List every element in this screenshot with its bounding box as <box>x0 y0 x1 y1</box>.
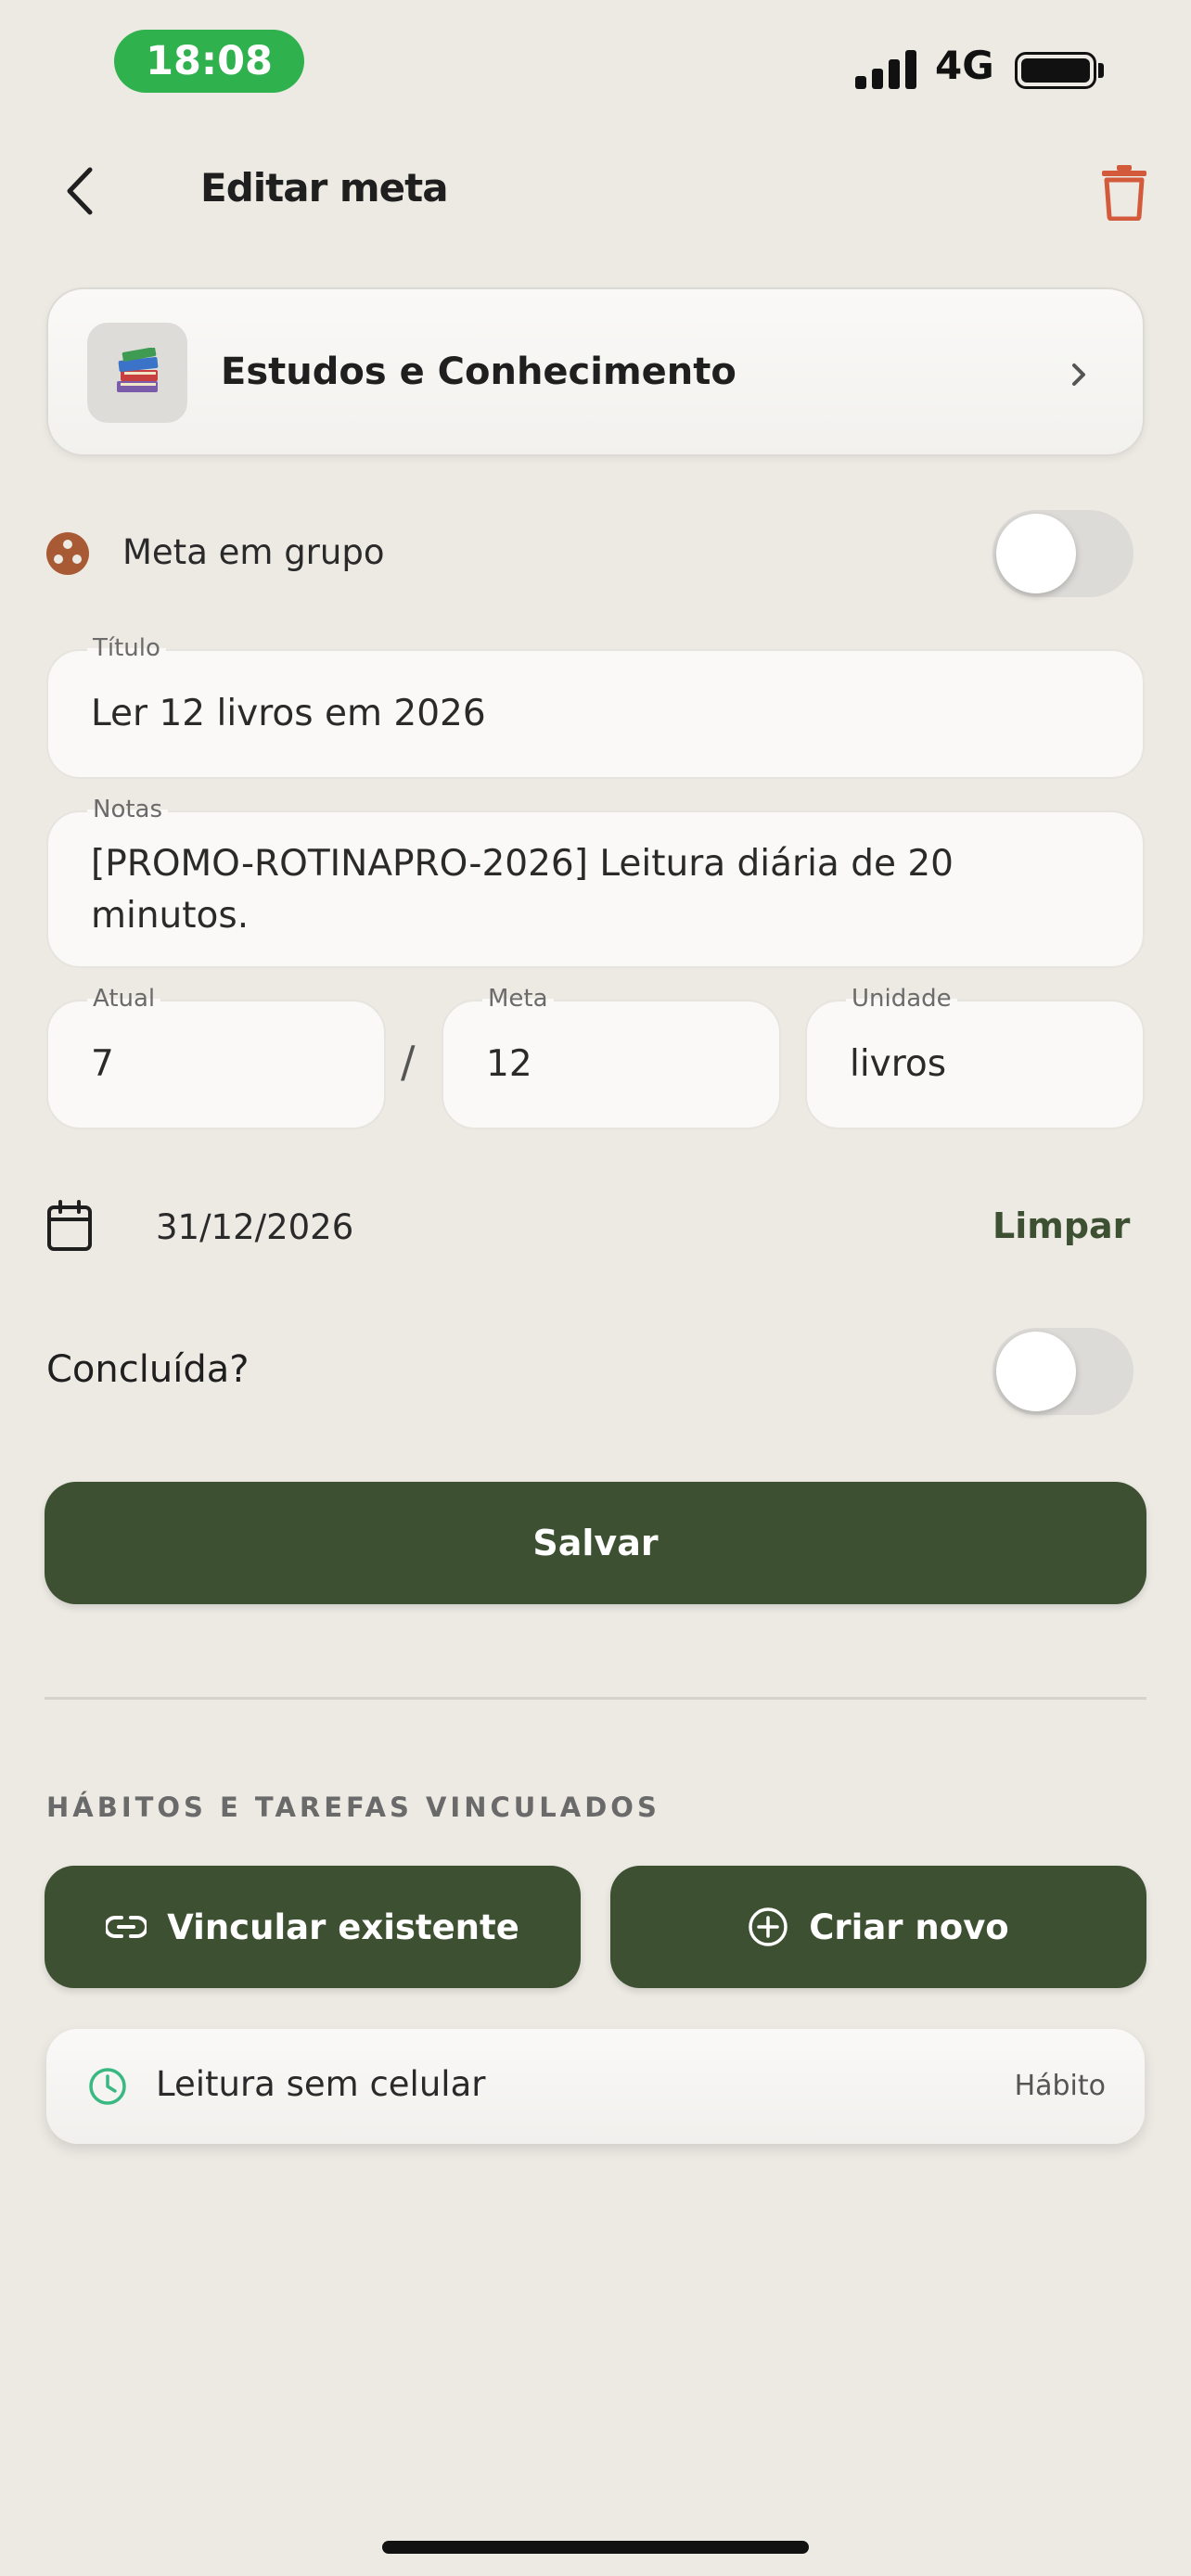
chevron-right-icon <box>1072 363 1085 386</box>
link-icon <box>106 1916 147 1938</box>
section-divider <box>45 1697 1146 1700</box>
toggle-knob <box>996 514 1076 593</box>
unit-field-value: livros <box>850 1043 947 1085</box>
clear-date-button[interactable]: Limpar <box>992 1205 1130 1246</box>
chevron-left-icon <box>67 167 93 215</box>
category-selector[interactable]: Estudos e Conhecimento <box>46 287 1145 456</box>
link-existing-button[interactable]: Vincular existente <box>45 1866 581 1988</box>
title-field[interactable]: Título Ler 12 livros em 2026 <box>46 634 1145 779</box>
signal-icon <box>855 48 918 89</box>
category-label: Estudos e Conhecimento <box>221 351 736 393</box>
current-value-field[interactable]: Atual 7 <box>46 985 386 1129</box>
trash-icon <box>1102 165 1146 222</box>
toggle-knob <box>996 1332 1076 1411</box>
delete-button[interactable] <box>1100 163 1148 222</box>
unit-field-label: Unidade <box>846 985 957 1013</box>
notes-line-2: minutos. <box>91 895 250 937</box>
clock-icon <box>89 2068 126 2105</box>
title-field-value: Ler 12 livros em 2026 <box>91 693 486 734</box>
group-icon <box>46 532 89 575</box>
status-time: 18:08 <box>114 30 304 93</box>
create-new-button[interactable]: Criar novo <box>610 1866 1146 1988</box>
linked-section-heading: HÁBITOS E TAREFAS VINCULADOS <box>46 1792 660 1823</box>
group-goal-toggle[interactable] <box>992 510 1133 597</box>
category-icon-box <box>87 323 187 423</box>
target-field-value: 12 <box>486 1043 532 1085</box>
unit-field[interactable]: Unidade livros <box>805 985 1145 1129</box>
notes-field-label: Notas <box>87 796 169 823</box>
books-icon <box>117 348 159 392</box>
page-title: Editar meta <box>200 165 449 210</box>
title-field-label: Título <box>87 634 166 662</box>
current-field-label: Atual <box>87 985 161 1013</box>
completed-label: Concluída? <box>46 1348 250 1391</box>
group-goal-label: Meta em grupo <box>122 532 385 572</box>
create-new-label: Criar novo <box>809 1906 1009 1947</box>
linked-item-type: Hábito <box>1014 2070 1106 2102</box>
save-button[interactable]: Salvar <box>45 1482 1146 1604</box>
completed-toggle[interactable] <box>992 1328 1133 1415</box>
notes-field[interactable]: Notas [PROMO-ROTINAPRO-2026] Leitura diá… <box>46 796 1145 968</box>
target-value-field[interactable]: Meta 12 <box>442 985 781 1129</box>
link-existing-label: Vincular existente <box>167 1906 519 1947</box>
plus-circle-icon <box>749 1907 788 1946</box>
current-field-value: 7 <box>91 1043 114 1085</box>
linked-item[interactable]: Leitura sem celular Hábito <box>46 2029 1145 2144</box>
target-field-label: Meta <box>482 985 554 1013</box>
home-indicator <box>382 2541 809 2554</box>
back-button[interactable] <box>54 163 106 219</box>
notes-line-1: [PROMO-ROTINAPRO-2026] Leitura diária de… <box>91 843 954 885</box>
battery-tip <box>1098 63 1104 78</box>
deadline-date[interactable]: 31/12/2026 <box>156 1207 353 1247</box>
battery-icon <box>1015 52 1096 89</box>
calendar-icon[interactable] <box>46 1200 93 1252</box>
network-label: 4G <box>935 43 994 88</box>
linked-item-label: Leitura sem celular <box>156 2064 486 2104</box>
progress-separator: / <box>401 1037 416 1087</box>
